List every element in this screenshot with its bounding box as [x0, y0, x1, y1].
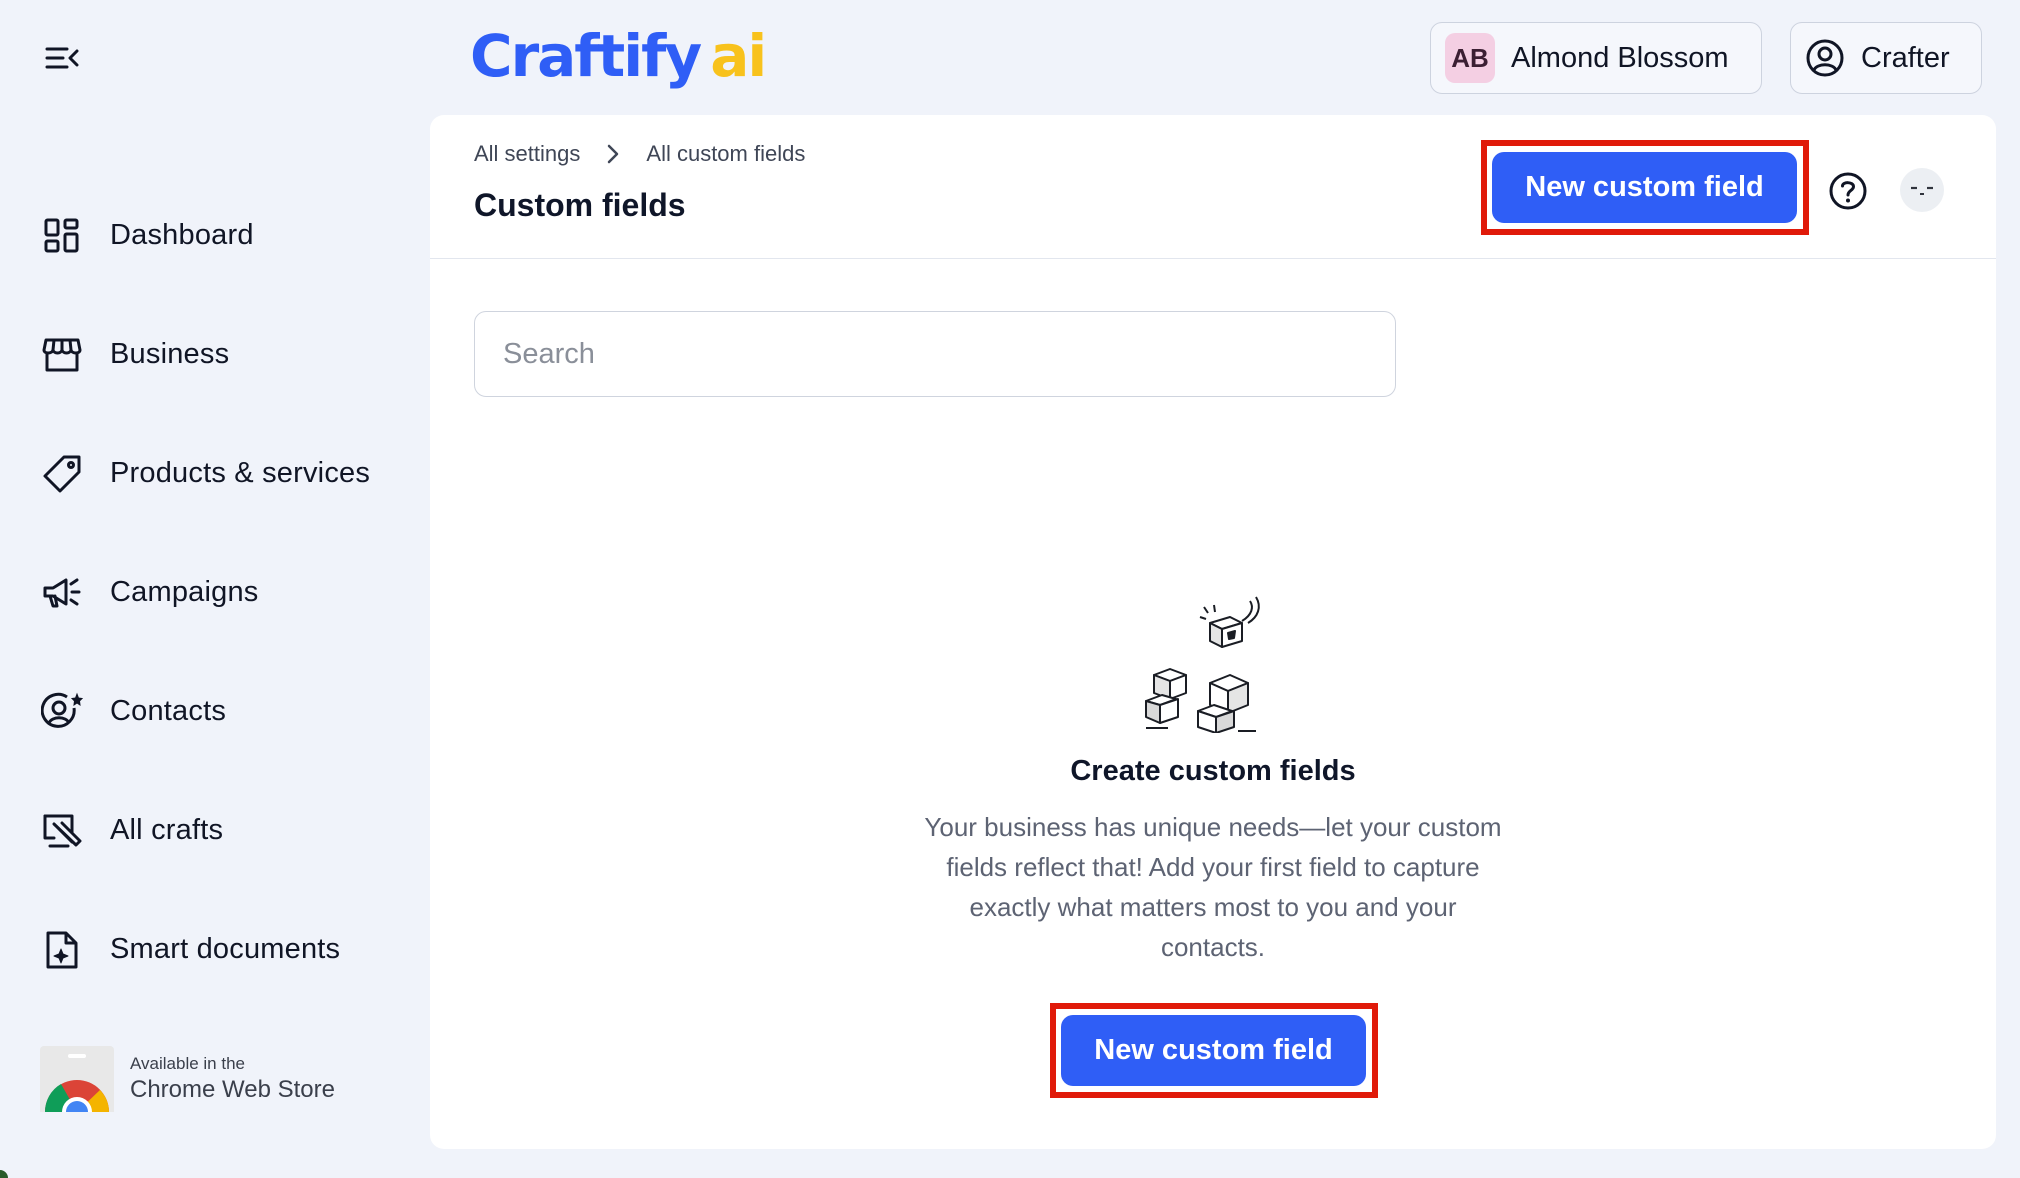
- chrome-store-caption: Available in the: [130, 1054, 245, 1073]
- sidebar-item-label: Contacts: [110, 695, 227, 727]
- workspace-avatar: AB: [1445, 33, 1495, 83]
- sidebar-item-label: Business: [110, 338, 230, 370]
- sidebar-item-contacts[interactable]: Contacts: [38, 652, 418, 771]
- logo-text: Craftify: [470, 22, 702, 90]
- avatar[interactable]: [1900, 168, 1944, 212]
- workspace-switcher[interactable]: AB Almond Blossom: [1430, 22, 1762, 94]
- sidebar-item-products-services[interactable]: Products & services: [38, 414, 418, 533]
- main-card: All settings All custom fields Custom fi…: [430, 115, 1996, 1149]
- search-input[interactable]: [474, 311, 1396, 397]
- chrome-web-store-badge[interactable]: Available in the Chrome Web Store: [40, 1046, 370, 1112]
- boxes-illustration: [1145, 596, 1260, 733]
- new-custom-field-button[interactable]: New custom field: [1492, 152, 1797, 223]
- dashboard-grid-icon: [38, 212, 86, 260]
- storefront-icon: [38, 331, 86, 379]
- breadcrumb-all-custom-fields[interactable]: All custom fields: [646, 141, 805, 167]
- sidebar-item-label: Campaigns: [110, 576, 259, 608]
- empty-state-description: Your business has unique needs—let your …: [924, 812, 1502, 962]
- sidebar-item-label: Smart documents: [110, 933, 341, 965]
- sidebar-collapse-button[interactable]: [42, 40, 82, 76]
- sidebar-collapse-icon: [45, 47, 79, 69]
- tag-icon: [38, 450, 86, 498]
- page-header: All settings All custom fields Custom fi…: [430, 115, 1996, 259]
- user-name: Crafter: [1861, 41, 1950, 74]
- breadcrumb: All settings All custom fields: [474, 141, 805, 167]
- empty-state-title: Create custom fields: [1070, 755, 1356, 787]
- sidebar-item-campaigns[interactable]: Campaigns: [38, 533, 418, 652]
- empty-state-new-custom-field-button[interactable]: New custom field: [1061, 1015, 1366, 1086]
- page-title: Custom fields: [474, 187, 686, 223]
- user-menu-button[interactable]: Crafter: [1790, 22, 1982, 94]
- contact-star-icon: [38, 688, 86, 736]
- help-circle-icon: [1829, 172, 1867, 210]
- sidebar-item-smart-documents[interactable]: Smart documents: [38, 890, 418, 1009]
- sidebar-item-business[interactable]: Business: [38, 295, 418, 414]
- smart-document-icon: [38, 926, 86, 974]
- sidebar-item-label: Dashboard: [110, 219, 254, 251]
- sleepy-face-icon: [1911, 186, 1933, 195]
- breadcrumb-all-settings[interactable]: All settings: [474, 141, 580, 167]
- chevron-right-icon: [606, 144, 620, 164]
- logo-ai-text: ai: [710, 22, 767, 90]
- sidebar-item-label: All crafts: [110, 814, 224, 846]
- sidebar-item-dashboard[interactable]: Dashboard: [38, 176, 418, 295]
- crafts-icon: [38, 807, 86, 855]
- megaphone-icon: [38, 569, 86, 617]
- page-corner: [0, 1170, 8, 1178]
- user-circle-icon: [1806, 39, 1844, 77]
- sidebar-nav: Dashboard Business Products & services C…: [38, 176, 418, 1009]
- workspace-name: Almond Blossom: [1511, 41, 1729, 74]
- chrome-web-store-logo: [40, 1046, 114, 1112]
- chrome-store-title: Chrome Web Store: [130, 1076, 335, 1103]
- app-logo[interactable]: Craftify ai: [470, 22, 767, 102]
- sidebar-item-all-crafts[interactable]: All crafts: [38, 771, 418, 890]
- sidebar-item-label: Products & services: [110, 457, 371, 489]
- help-button[interactable]: [1825, 168, 1871, 214]
